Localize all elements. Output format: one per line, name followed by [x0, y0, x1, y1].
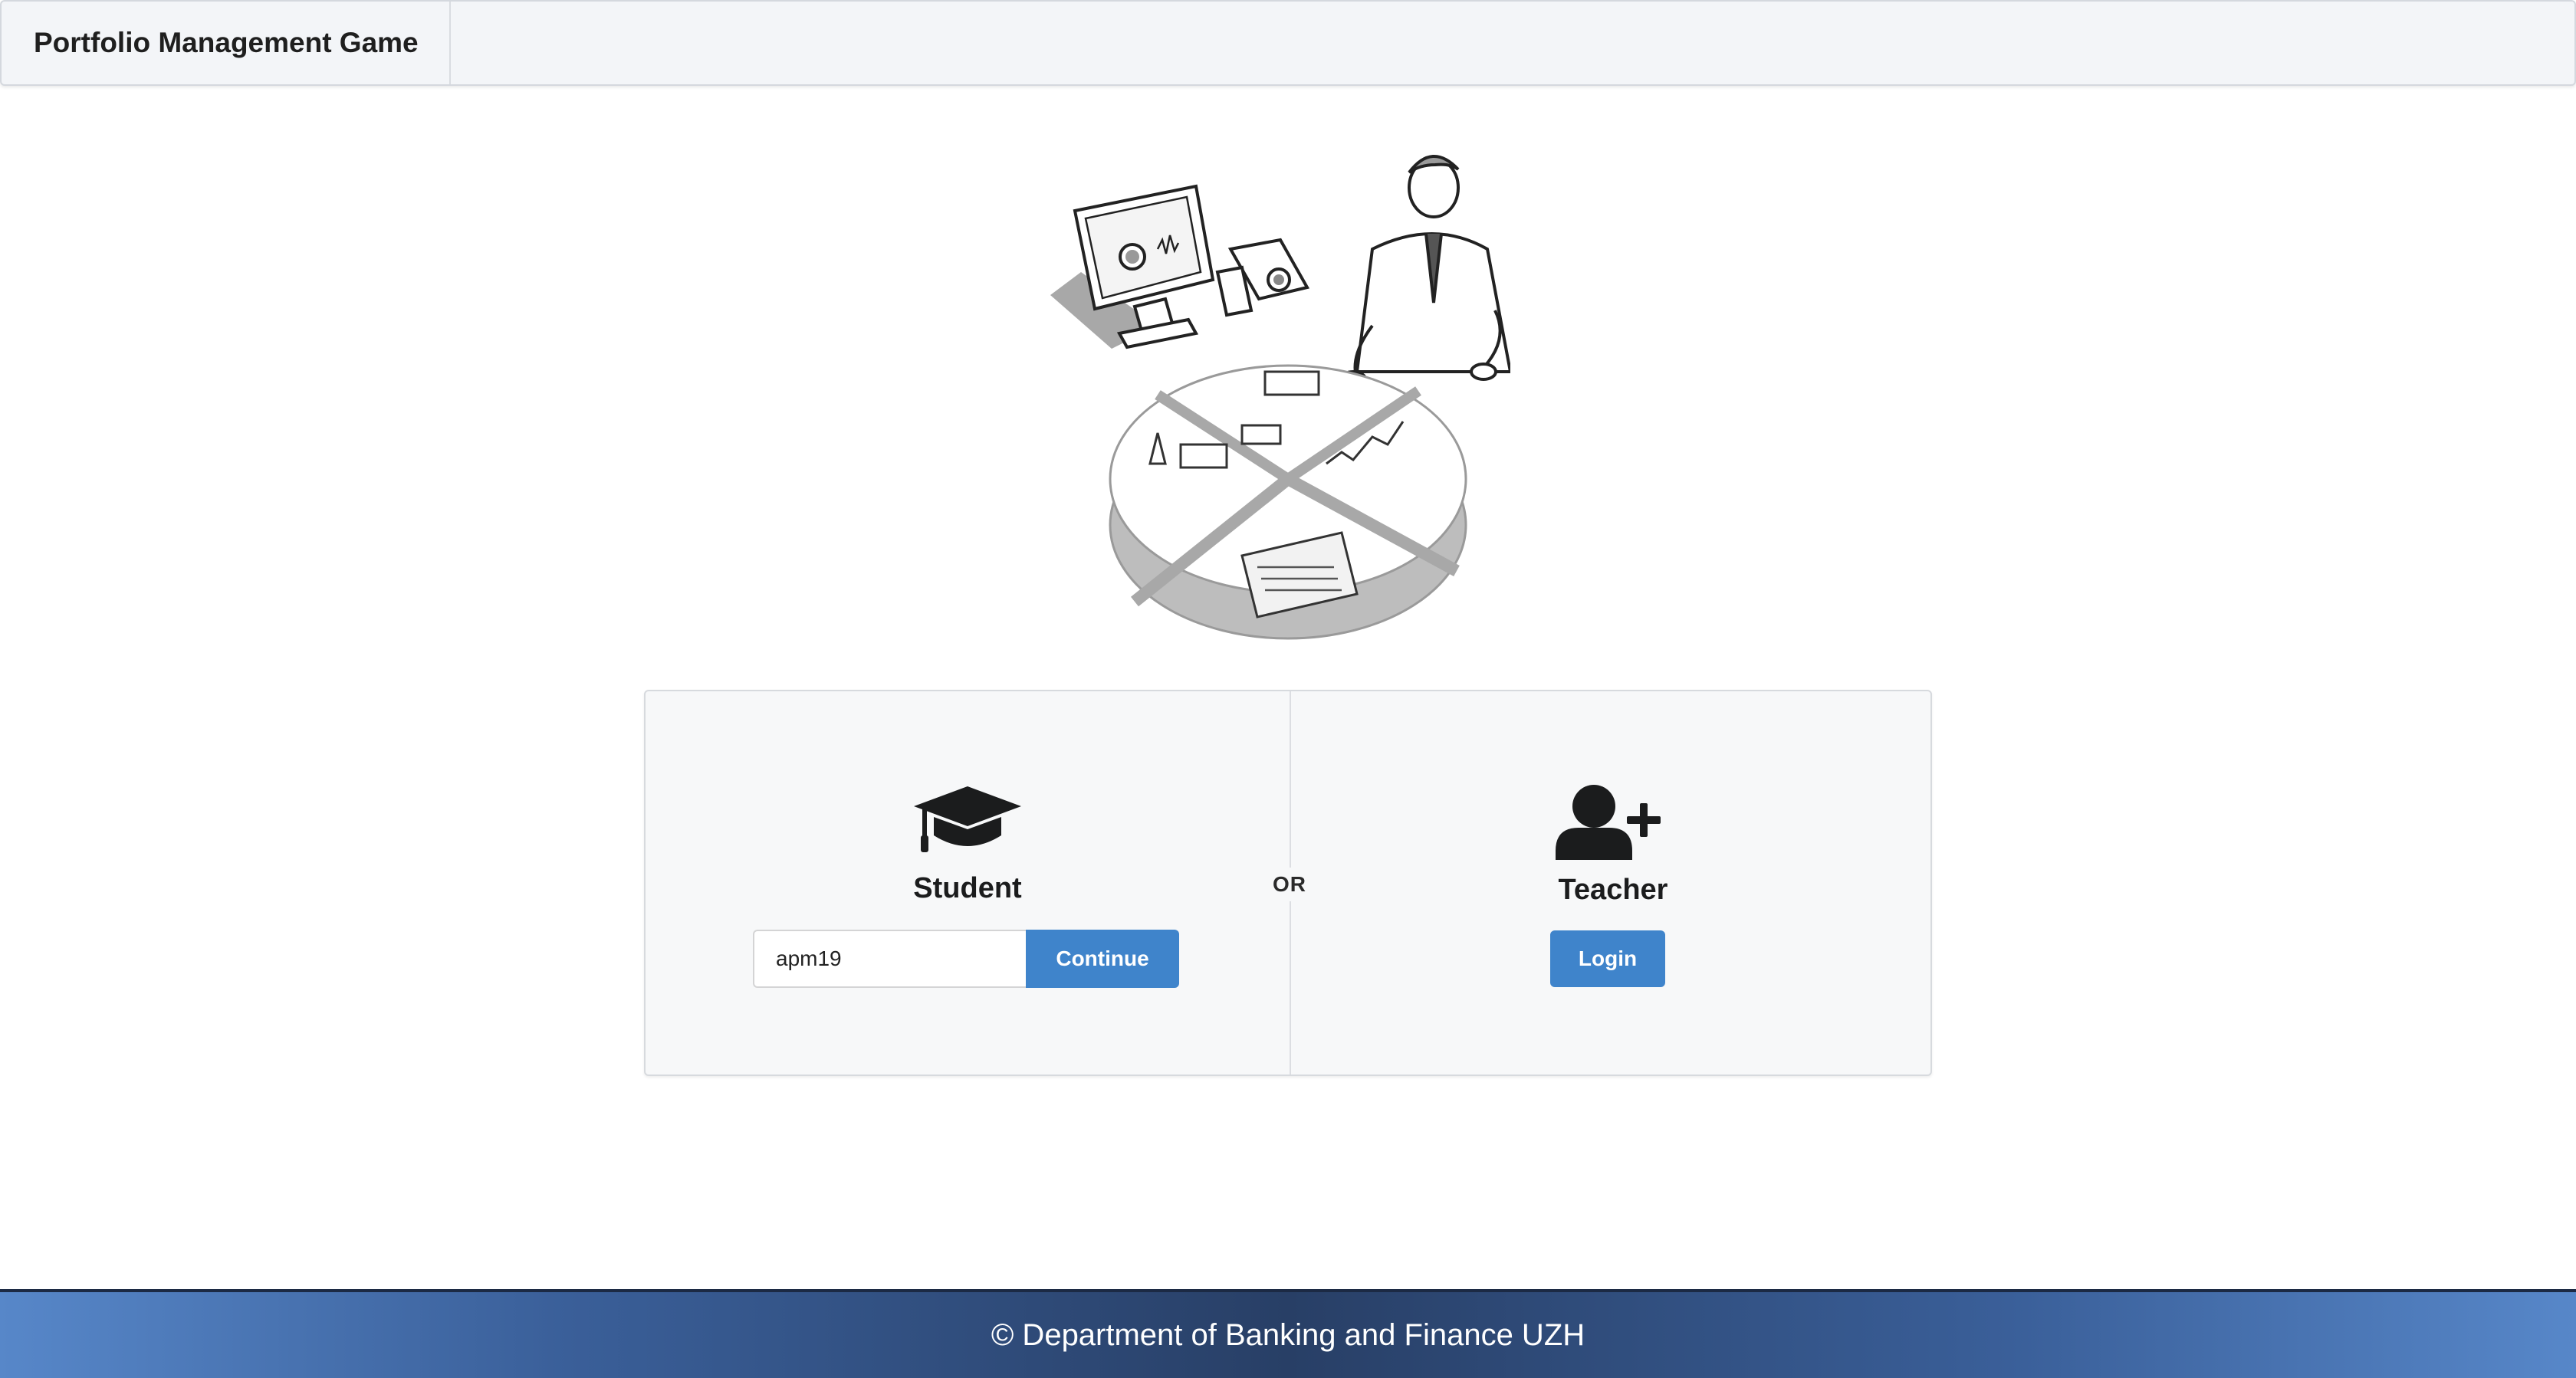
student-title: Student [913, 872, 1022, 904]
teacher-column: Teacher Login [1291, 691, 1935, 1075]
student-column: Student Continue [646, 691, 1290, 1075]
graduation-cap-icon [914, 786, 1021, 852]
teacher-title: Teacher [1558, 874, 1668, 906]
footer: © Department of Banking and Finance UZH [0, 1289, 2576, 1378]
businessman-figure [1339, 155, 1510, 389]
portfolio-pie-icon [1109, 364, 1467, 640]
user-plus-icon [1556, 785, 1661, 860]
student-form: Continue [753, 930, 1179, 988]
login-segment: OR Student Continue Teacher Login [644, 690, 1932, 1076]
tablet-icon [1215, 238, 1310, 317]
top-menu: Portfolio Management Game [0, 0, 2576, 86]
brand-title[interactable]: Portfolio Management Game [2, 2, 451, 84]
game-code-input[interactable] [753, 930, 1026, 988]
footer-copyright: © Department of Banking and Finance UZH [991, 1317, 1585, 1352]
continue-button[interactable]: Continue [1026, 930, 1179, 988]
portfolio-illustration [1050, 155, 1510, 640]
login-button[interactable]: Login [1550, 930, 1665, 987]
